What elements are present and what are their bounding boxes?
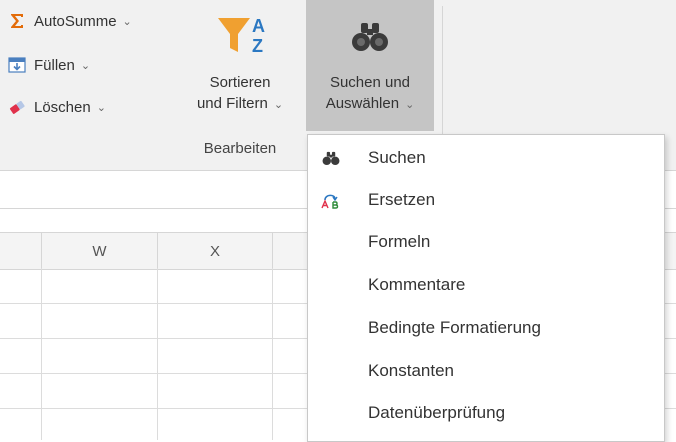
grid-line	[41, 268, 42, 440]
find-select-label-line1: Suchen und	[329, 74, 411, 91]
sort-filter-button[interactable]: A Z Sortieren und Filtern ⌄	[180, 0, 300, 131]
sort-filter-label-line1: Sortieren	[209, 74, 271, 91]
sort-filter-icon: A Z	[210, 0, 270, 72]
eraser-icon	[6, 96, 28, 118]
chevron-down-icon: ⌄	[273, 99, 284, 111]
menu-item-label: Kommentare	[368, 275, 466, 294]
menu-item-label: Formeln	[368, 232, 431, 251]
binoculars-icon	[320, 147, 342, 169]
menu-item-label: Konstanten	[368, 361, 455, 380]
chevron-down-icon: ⌄	[96, 101, 106, 114]
menu-item-comments[interactable]: Kommentare	[308, 264, 664, 306]
clear-label: Löschen	[34, 98, 91, 116]
column-header-x[interactable]: X	[157, 233, 272, 269]
chevron-down-icon: ⌄	[405, 99, 415, 111]
menu-item-label: Ersetzen	[368, 190, 436, 209]
chevron-down-icon: ⌄	[122, 15, 132, 28]
autosum-label: AutoSumme	[34, 12, 117, 30]
menu-item-label: Bedingte Formatierung	[368, 318, 541, 337]
clear-button[interactable]: Löschen ⌄	[6, 92, 106, 122]
menu-item-conditional-formatting[interactable]: Bedingte Formatierung	[308, 307, 664, 349]
replace-icon	[320, 189, 342, 211]
menu-item-constants[interactable]: Konstanten	[308, 350, 664, 392]
grid-line	[157, 268, 158, 440]
chevron-down-icon: ⌄	[80, 59, 91, 72]
find-select-button[interactable]: Suchen und Auswählen ⌄	[306, 0, 434, 131]
menu-item-label: Suchen	[368, 148, 426, 167]
autosum-button[interactable]: AutoSumme ⌄	[6, 6, 132, 36]
menu-item-data-validation[interactable]: Datenüberprüfung	[308, 392, 664, 434]
fill-label: Füllen	[34, 56, 75, 74]
menu-item-formulas[interactable]: Formeln	[308, 221, 664, 263]
fill-button[interactable]: Füllen ⌄	[6, 50, 90, 80]
menu-item-find[interactable]: Suchen	[308, 137, 664, 179]
column-header-w[interactable]: W	[41, 233, 157, 269]
find-select-menu: Suchen Ersetzen Formeln Kommentare Bedin…	[307, 134, 665, 442]
grid-line	[272, 268, 273, 440]
find-select-label-line2: Auswählen ⌄	[325, 95, 415, 112]
menu-item-replace[interactable]: Ersetzen	[308, 179, 664, 221]
sort-filter-label-line2: und Filtern ⌄	[196, 95, 284, 112]
binoculars-icon	[350, 0, 390, 72]
svg-text:Z: Z	[252, 36, 263, 56]
svg-text:A: A	[252, 16, 265, 36]
sigma-icon	[6, 10, 28, 32]
fill-down-icon	[6, 54, 28, 76]
menu-item-label: Datenüberprüfung	[368, 403, 506, 422]
